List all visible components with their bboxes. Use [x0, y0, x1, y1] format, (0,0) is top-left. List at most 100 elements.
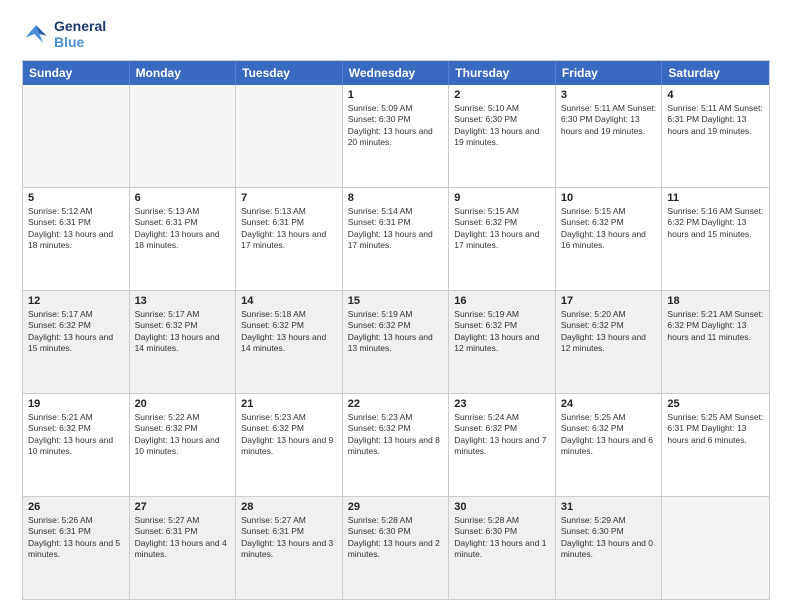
- day-number: 8: [348, 192, 444, 204]
- day-number: 10: [561, 192, 657, 204]
- day-info: Sunrise: 5:15 AM Sunset: 6:32 PM Dayligh…: [454, 206, 550, 252]
- day-cell: [130, 85, 237, 187]
- day-info: Sunrise: 5:26 AM Sunset: 6:31 PM Dayligh…: [28, 515, 124, 561]
- week-row: 12 Sunrise: 5:17 AM Sunset: 6:32 PM Dayli…: [23, 290, 769, 393]
- day-cell: 9 Sunrise: 5:15 AM Sunset: 6:32 PM Daylig…: [449, 188, 556, 290]
- day-cell: 12 Sunrise: 5:17 AM Sunset: 6:32 PM Dayli…: [23, 291, 130, 393]
- header: General Blue: [22, 18, 770, 50]
- day-cell: 7Sunrise: 5:13 AM Sunset: 6:31 PM Daylig…: [236, 188, 343, 290]
- day-cell: 22 Sunrise: 5:23 AM Sunset: 6:32 PM Dayli…: [343, 394, 450, 496]
- day-cell: 1Sunrise: 5:09 AM Sunset: 6:30 PM Daylig…: [343, 85, 450, 187]
- day-number: 16: [454, 295, 550, 307]
- week-row: 26 Sunrise: 5:26 AM Sunset: 6:31 PM Dayli…: [23, 496, 769, 599]
- day-number: 26: [28, 501, 124, 513]
- day-headers: SundayMondayTuesdayWednesdayThursdayFrid…: [23, 61, 769, 85]
- day-cell: [662, 497, 769, 599]
- page: General Blue SundayMondayTuesdayWednesda…: [0, 0, 792, 612]
- day-number: 25: [667, 398, 764, 410]
- day-cell: 5 Sunrise: 5:12 AM Sunset: 6:31 PM Daylig…: [23, 188, 130, 290]
- day-number: 13: [135, 295, 231, 307]
- day-info: Sunrise: 5:17 AM Sunset: 6:32 PM Dayligh…: [28, 309, 124, 355]
- day-cell: 18 Sunrise: 5:21 AM Sunset: 6:32 PM Dayli…: [662, 291, 769, 393]
- calendar-body: 1Sunrise: 5:09 AM Sunset: 6:30 PM Daylig…: [23, 85, 769, 599]
- day-info: Sunrise: 5:11 AM Sunset: 6:30 PM Dayligh…: [561, 103, 657, 137]
- day-header-sunday: Sunday: [23, 61, 130, 85]
- day-header-monday: Monday: [130, 61, 237, 85]
- day-number: 19: [28, 398, 124, 410]
- day-number: 18: [667, 295, 764, 307]
- day-info: Sunrise: 5:17 AM Sunset: 6:32 PM Dayligh…: [135, 309, 231, 355]
- day-cell: 3 Sunrise: 5:11 AM Sunset: 6:30 PM Daylig…: [556, 85, 663, 187]
- day-header-thursday: Thursday: [449, 61, 556, 85]
- day-number: 2: [454, 89, 550, 101]
- day-cell: 15 Sunrise: 5:19 AM Sunset: 6:32 PM Dayli…: [343, 291, 450, 393]
- day-info: Sunrise: 5:25 AM Sunset: 6:32 PM Dayligh…: [561, 412, 657, 458]
- day-number: 20: [135, 398, 231, 410]
- day-info: Sunrise: 5:19 AM Sunset: 6:32 PM Dayligh…: [454, 309, 550, 355]
- day-number: 5: [28, 192, 124, 204]
- day-info: Sunrise: 5:18 AM Sunset: 6:32 PM Dayligh…: [241, 309, 337, 355]
- day-cell: 19 Sunrise: 5:21 AM Sunset: 6:32 PM Dayli…: [23, 394, 130, 496]
- day-info: Sunrise: 5:14 AM Sunset: 6:31 PM Dayligh…: [348, 206, 444, 252]
- day-info: Sunrise: 5:16 AM Sunset: 6:32 PM Dayligh…: [667, 206, 764, 240]
- day-number: 4: [667, 89, 764, 101]
- day-info: Sunrise: 5:19 AM Sunset: 6:32 PM Dayligh…: [348, 309, 444, 355]
- logo-icon: [22, 20, 50, 48]
- day-cell: 6 Sunrise: 5:13 AM Sunset: 6:31 PM Daylig…: [130, 188, 237, 290]
- week-row: 1Sunrise: 5:09 AM Sunset: 6:30 PM Daylig…: [23, 85, 769, 187]
- day-cell: 20Sunrise: 5:22 AM Sunset: 6:32 PM Dayli…: [130, 394, 237, 496]
- calendar: SundayMondayTuesdayWednesdayThursdayFrid…: [22, 60, 770, 600]
- day-cell: 23Sunrise: 5:24 AM Sunset: 6:32 PM Dayli…: [449, 394, 556, 496]
- day-cell: 10 Sunrise: 5:15 AM Sunset: 6:32 PM Dayli…: [556, 188, 663, 290]
- week-row: 19 Sunrise: 5:21 AM Sunset: 6:32 PM Dayli…: [23, 393, 769, 496]
- day-info: Sunrise: 5:13 AM Sunset: 6:31 PM Dayligh…: [135, 206, 231, 252]
- day-info: Sunrise: 5:09 AM Sunset: 6:30 PM Dayligh…: [348, 103, 444, 149]
- day-number: 22: [348, 398, 444, 410]
- day-info: Sunrise: 5:25 AM Sunset: 6:31 PM Dayligh…: [667, 412, 764, 446]
- day-info: Sunrise: 5:23 AM Sunset: 6:32 PM Dayligh…: [348, 412, 444, 458]
- day-header-friday: Friday: [556, 61, 663, 85]
- day-info: Sunrise: 5:13 AM Sunset: 6:31 PM Dayligh…: [241, 206, 337, 252]
- day-info: Sunrise: 5:23 AM Sunset: 6:32 PM Dayligh…: [241, 412, 337, 458]
- day-info: Sunrise: 5:27 AM Sunset: 6:31 PM Dayligh…: [135, 515, 231, 561]
- day-number: 14: [241, 295, 337, 307]
- day-cell: 24 Sunrise: 5:25 AM Sunset: 6:32 PM Dayli…: [556, 394, 663, 496]
- logo-text: General Blue: [54, 18, 106, 50]
- day-info: Sunrise: 5:12 AM Sunset: 6:31 PM Dayligh…: [28, 206, 124, 252]
- day-info: Sunrise: 5:20 AM Sunset: 6:32 PM Dayligh…: [561, 309, 657, 355]
- day-cell: 16 Sunrise: 5:19 AM Sunset: 6:32 PM Dayli…: [449, 291, 556, 393]
- day-number: 12: [28, 295, 124, 307]
- day-cell: [236, 85, 343, 187]
- day-header-tuesday: Tuesday: [236, 61, 343, 85]
- day-number: 9: [454, 192, 550, 204]
- day-cell: [23, 85, 130, 187]
- day-info: Sunrise: 5:21 AM Sunset: 6:32 PM Dayligh…: [667, 309, 764, 343]
- day-info: Sunrise: 5:29 AM Sunset: 6:30 PM Dayligh…: [561, 515, 657, 561]
- day-cell: 4 Sunrise: 5:11 AM Sunset: 6:31 PM Daylig…: [662, 85, 769, 187]
- day-number: 6: [135, 192, 231, 204]
- day-number: 17: [561, 295, 657, 307]
- day-cell: 14 Sunrise: 5:18 AM Sunset: 6:32 PM Dayli…: [236, 291, 343, 393]
- day-header-saturday: Saturday: [662, 61, 769, 85]
- day-cell: 25 Sunrise: 5:25 AM Sunset: 6:31 PM Dayli…: [662, 394, 769, 496]
- day-number: 27: [135, 501, 231, 513]
- day-info: Sunrise: 5:28 AM Sunset: 6:30 PM Dayligh…: [348, 515, 444, 561]
- day-info: Sunrise: 5:10 AM Sunset: 6:30 PM Dayligh…: [454, 103, 550, 149]
- day-cell: 8 Sunrise: 5:14 AM Sunset: 6:31 PM Daylig…: [343, 188, 450, 290]
- day-info: Sunrise: 5:21 AM Sunset: 6:32 PM Dayligh…: [28, 412, 124, 458]
- day-info: Sunrise: 5:24 AM Sunset: 6:32 PM Dayligh…: [454, 412, 550, 458]
- day-info: Sunrise: 5:11 AM Sunset: 6:31 PM Dayligh…: [667, 103, 764, 137]
- day-number: 3: [561, 89, 657, 101]
- day-number: 11: [667, 192, 764, 204]
- day-header-wednesday: Wednesday: [343, 61, 450, 85]
- day-number: 31: [561, 501, 657, 513]
- day-number: 29: [348, 501, 444, 513]
- day-info: Sunrise: 5:27 AM Sunset: 6:31 PM Dayligh…: [241, 515, 337, 561]
- day-cell: 27 Sunrise: 5:27 AM Sunset: 6:31 PM Dayli…: [130, 497, 237, 599]
- day-number: 15: [348, 295, 444, 307]
- day-number: 24: [561, 398, 657, 410]
- day-info: Sunrise: 5:28 AM Sunset: 6:30 PM Dayligh…: [454, 515, 550, 561]
- day-cell: 17 Sunrise: 5:20 AM Sunset: 6:32 PM Dayli…: [556, 291, 663, 393]
- day-cell: 30Sunrise: 5:28 AM Sunset: 6:30 PM Dayli…: [449, 497, 556, 599]
- day-info: Sunrise: 5:15 AM Sunset: 6:32 PM Dayligh…: [561, 206, 657, 252]
